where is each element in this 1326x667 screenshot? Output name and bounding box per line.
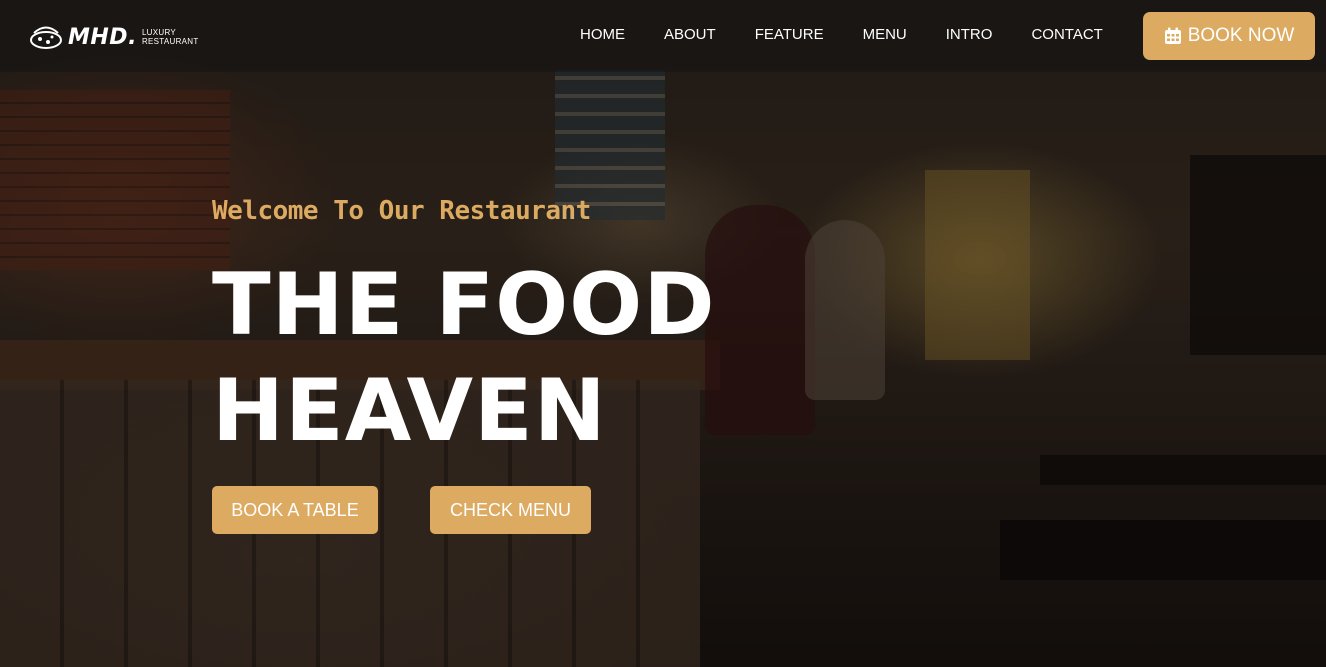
nav-item-feature[interactable]: FEATURE [755,26,824,43]
hero-title: THE FOOD HEAVEN [212,252,716,464]
nav-item-contact[interactable]: CONTACT [1031,26,1102,43]
brand-tagline: LUXURY RESTAURANT [142,28,199,46]
nav-item-about[interactable]: ABOUT [664,26,716,43]
book-now-label: BOOK NOW [1187,25,1295,46]
nav-item-intro[interactable]: INTRO [946,26,993,43]
hero-title-line1: THE FOOD [212,255,716,355]
brand-logo[interactable]: MHD. LUXURY RESTAURANT [28,22,199,52]
main-nav: HOME ABOUT FEATURE MENU INTRO CONTACT [580,26,1142,43]
nav-item-home[interactable]: HOME [580,26,625,43]
nav-item-menu[interactable]: MENU [863,26,907,43]
hero-subtitle: Welcome To Our Restaurant [212,196,591,226]
brand-tagline-line2: RESTAURANT [141,37,199,46]
pizza-logo-icon [30,26,62,49]
brand-name: MHD. [68,24,137,50]
calendar-icon [1164,27,1181,44]
book-now-button[interactable]: BOOK NOW [1143,12,1315,60]
brand-tagline-line1: LUXURY [141,28,177,37]
book-a-table-button[interactable]: BOOK A TABLE [212,486,378,534]
check-menu-button[interactable]: CHECK MENU [430,486,591,534]
navbar: MHD. LUXURY RESTAURANT HOME ABOUT FEATUR… [0,0,1326,72]
hero-title-line2: HEAVEN [212,361,607,461]
